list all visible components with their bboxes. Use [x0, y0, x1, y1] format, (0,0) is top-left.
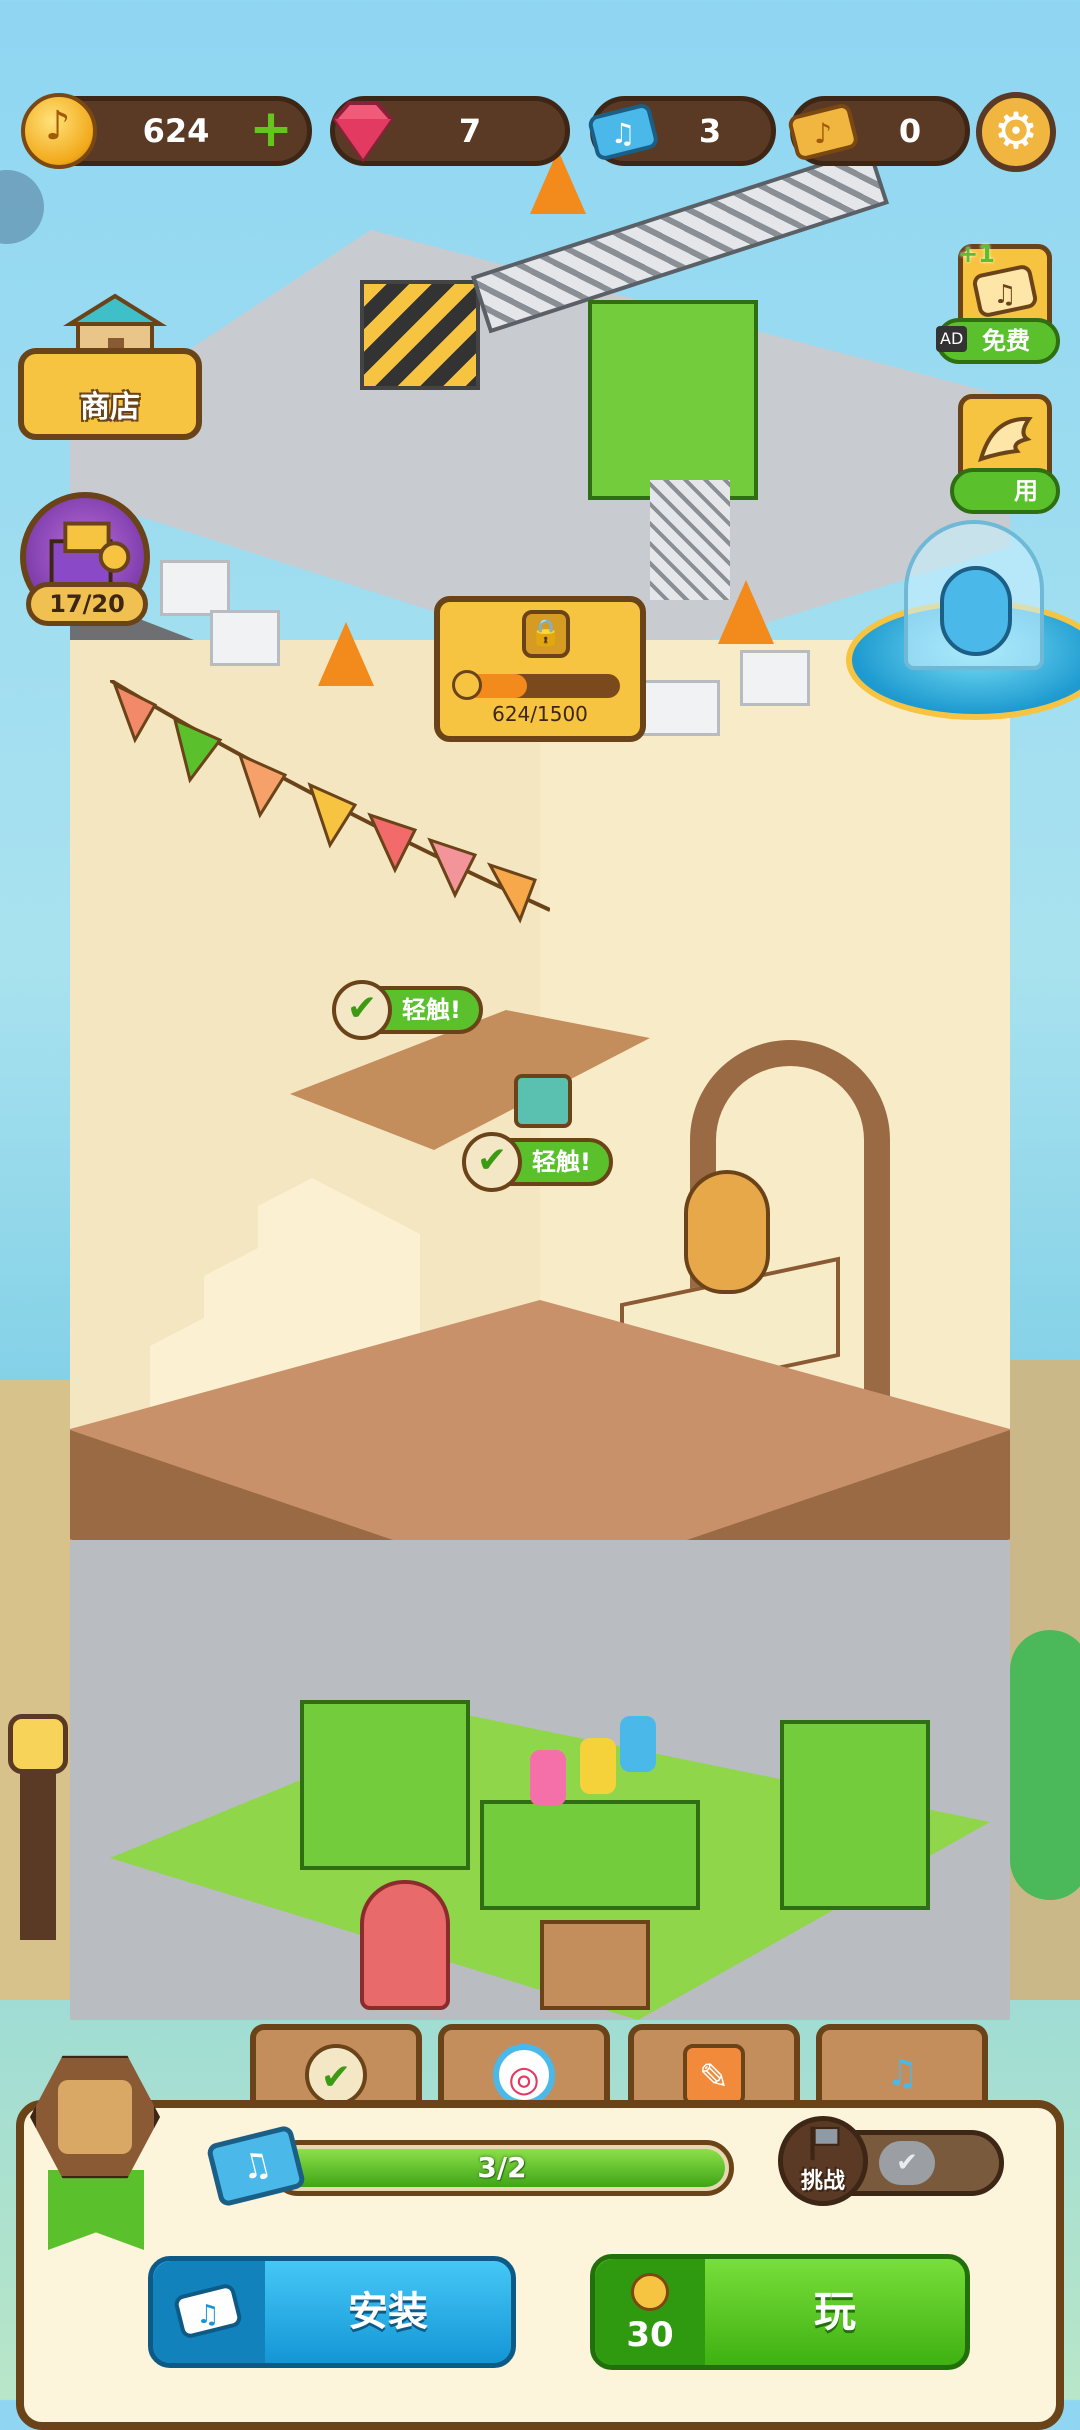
ticket-progress-text: 3/2	[477, 2151, 527, 2184]
lock-icon: 🔒	[522, 610, 570, 658]
install-button[interactable]: ♫ 安装	[148, 2256, 516, 2368]
svg-text:♫: ♫	[610, 117, 635, 150]
checkmark-icon: ✔	[332, 980, 392, 1040]
green-checkout-counter[interactable]	[480, 1800, 700, 1910]
concrete-block	[210, 610, 280, 666]
music-ticket-icon: ♫	[174, 2284, 242, 2338]
install-ticket-area: ♫	[153, 2261, 265, 2363]
coin-value: 624	[142, 112, 210, 150]
concrete-block	[640, 680, 720, 736]
gem-value: 7	[458, 112, 482, 150]
hammer-box-icon	[58, 2080, 132, 2154]
target-icon: ◎	[493, 2044, 555, 2106]
golden-ticket-counter[interactable]: ♪ 0	[788, 96, 970, 166]
concrete-block	[160, 560, 230, 616]
tap-prompt-gift[interactable]: ✔ 轻触!	[462, 1132, 613, 1192]
checkmark-shield-icon: ✔	[305, 2044, 367, 2106]
free-claim-button[interactable]: AD 免费	[936, 318, 1060, 364]
tap-prompt-label: 轻触!	[402, 996, 461, 1024]
street-lamp-icon	[8, 1714, 68, 1774]
crane-cab	[588, 300, 758, 500]
road-barrier	[360, 280, 480, 390]
yellow-canister	[580, 1738, 616, 1794]
unlock-progress-text: 624/1500	[492, 702, 588, 726]
pink-canister	[530, 1750, 566, 1806]
gem-icon	[332, 101, 394, 163]
play-cost-area: 30	[595, 2259, 705, 2365]
checkmark-icon: ✔	[462, 1132, 522, 1192]
svg-text:♪: ♪	[814, 117, 832, 150]
shop-label: 商店	[80, 390, 140, 425]
challenge-badge[interactable]: 挑战	[778, 2116, 868, 2206]
gem-counter[interactable]: 7	[330, 96, 570, 166]
play-button[interactable]: 30 玩	[590, 2254, 970, 2370]
green-display-case[interactable]	[780, 1720, 930, 1910]
toggle-knob-check-icon[interactable]: ✔	[879, 2141, 935, 2185]
tree	[1010, 1630, 1080, 1900]
traffic-cone-icon	[318, 622, 374, 686]
challenge-label: 挑战	[800, 2169, 845, 2194]
guitar-character[interactable]	[684, 1170, 770, 1294]
coin-icon	[631, 2273, 669, 2311]
side-panel-toggle[interactable]	[0, 170, 44, 244]
play-label: 玩	[813, 2287, 856, 2336]
ticket-counter[interactable]: ♫ 3	[588, 96, 776, 166]
gift-box-icon[interactable]	[514, 1074, 572, 1128]
use-button[interactable]: 用	[950, 468, 1060, 514]
add-coins-button[interactable]: +	[249, 103, 293, 155]
green-counter-left[interactable]	[300, 1700, 470, 1870]
ticket-progress-bar: 3/2	[270, 2140, 734, 2196]
tap-prompt-label: 轻触!	[532, 1148, 591, 1176]
free-label: 免费	[982, 327, 1030, 355]
gear-icon: ⚙	[993, 102, 1039, 160]
golden-ticket-icon: ♪	[788, 104, 858, 160]
svg-text:♫: ♫	[196, 2300, 219, 2330]
traffic-cone-icon	[718, 580, 774, 644]
chest-count: 17/20	[26, 582, 148, 626]
shop-button[interactable]: 商店	[18, 348, 202, 440]
settings-button[interactable]: ⚙	[976, 92, 1056, 172]
music-list-icon: ♫	[885, 2053, 919, 2094]
golden-ticket-value: 0	[898, 112, 922, 150]
ticket-value: 3	[698, 112, 722, 150]
unlock-progress-bar	[452, 670, 620, 700]
svg-text:♫: ♫	[993, 280, 1016, 310]
install-label: 安装	[348, 2289, 428, 2335]
paint-book-icon: ✎	[683, 2044, 745, 2106]
coin-counter[interactable]: 624 +	[21, 93, 312, 169]
free-bonus-amount: +1	[958, 240, 995, 268]
concrete-block	[740, 650, 810, 706]
cardboard-box[interactable]	[540, 1920, 650, 2010]
blue-canister	[620, 1716, 656, 1772]
coin-icon	[452, 670, 482, 700]
alien-character[interactable]	[940, 566, 1012, 656]
tap-prompt-balcony[interactable]: ✔ 轻触!	[332, 980, 483, 1040]
ad-tag: AD	[936, 326, 968, 352]
play-cost: 30	[626, 2315, 674, 2355]
music-ticket-icon: ♫	[588, 104, 658, 160]
music-note-coin-icon	[21, 93, 97, 169]
locked-floor-sign[interactable]: 🔒 624/1500	[434, 596, 646, 742]
red-hooded-worker[interactable]	[360, 1880, 450, 2010]
